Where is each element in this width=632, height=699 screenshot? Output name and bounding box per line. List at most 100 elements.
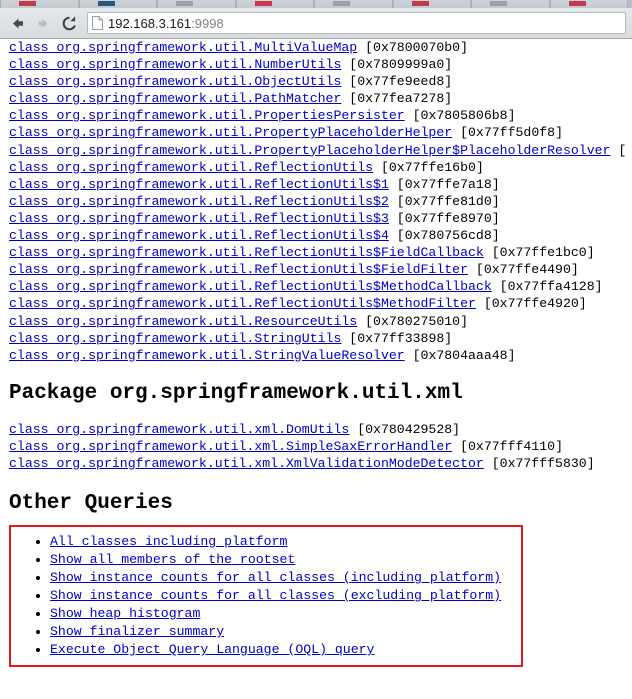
query-link[interactable]: Show finalizer summary xyxy=(50,624,224,639)
class-entry-row: class org.springframework.util.Reflectio… xyxy=(0,227,632,244)
xml-class-list: class org.springframework.util.xml.DomUt… xyxy=(0,421,632,472)
class-entry-row: class org.springframework.util.MultiValu… xyxy=(0,39,632,56)
xml-class-entry-address: [0x780429528] xyxy=(349,422,460,437)
xml-class-entry-link[interactable]: class org.springframework.util.xml.Simpl… xyxy=(9,439,452,454)
class-entry-row: class org.springframework.util.Reflectio… xyxy=(0,210,632,227)
browser-tab[interactable] xyxy=(550,0,629,8)
query-link[interactable]: Show instance counts for all classes (in… xyxy=(50,570,501,585)
class-entry-address: [0x7805806b8] xyxy=(405,108,516,123)
class-entry-row: class org.springframework.util.Reflectio… xyxy=(0,278,632,295)
class-entry-link[interactable]: class org.springframework.util.Reflectio… xyxy=(9,296,476,311)
class-entry-row: class org.springframework.util.Reflectio… xyxy=(0,244,632,261)
browser-tab[interactable] xyxy=(471,0,550,8)
class-entry-row: class org.springframework.util.Reflectio… xyxy=(0,176,632,193)
url-text: 192.168.3.161:9998 xyxy=(108,16,224,31)
class-entry-address: [0x77ffe8970] xyxy=(389,211,500,226)
browser-tab[interactable] xyxy=(0,0,79,8)
class-entry-address: [0x7809999a0] xyxy=(341,57,452,72)
reload-icon xyxy=(61,15,78,32)
class-entry-address: [0x77fea7278] xyxy=(341,91,452,106)
browser-tab[interactable] xyxy=(157,0,236,8)
class-entry-link[interactable]: class org.springframework.util.Reflectio… xyxy=(9,194,389,209)
class-entry-link[interactable]: class org.springframework.util.StringUti… xyxy=(9,331,341,346)
class-entry-row: class org.springframework.util.Reflectio… xyxy=(0,261,632,278)
back-button[interactable] xyxy=(4,11,30,35)
class-entry-link[interactable]: class org.springframework.util.Reflectio… xyxy=(9,279,492,294)
forward-arrow-icon xyxy=(36,16,51,31)
class-entry-row: class org.springframework.util.Propertie… xyxy=(0,107,632,124)
xml-class-entry-row: class org.springframework.util.xml.DomUt… xyxy=(0,421,632,438)
class-entry-link[interactable]: class org.springframework.util.Reflectio… xyxy=(9,177,389,192)
class-entry-row: class org.springframework.util.StringVal… xyxy=(0,347,632,364)
class-entry-row: class org.springframework.util.NumberUti… xyxy=(0,56,632,73)
query-link[interactable]: Show instance counts for all classes (ex… xyxy=(50,588,501,603)
query-link[interactable]: Show heap histogram xyxy=(50,606,200,621)
browser-tab[interactable] xyxy=(236,0,315,8)
xml-class-entry-row: class org.springframework.util.xml.XmlVa… xyxy=(0,455,632,472)
tab-favicon xyxy=(569,1,586,6)
class-entry-row: class org.springframework.util.PropertyP… xyxy=(0,124,632,141)
class-entry-link[interactable]: class org.springframework.util.ResourceU… xyxy=(9,314,357,329)
query-list-item: Show finalizer summary xyxy=(50,623,521,641)
xml-class-entry-link[interactable]: class org.springframework.util.xml.DomUt… xyxy=(9,422,349,437)
reload-button[interactable] xyxy=(56,11,82,35)
query-link[interactable]: All classes including platform xyxy=(50,534,287,549)
class-entry-address: [0x7804aaa48] xyxy=(405,348,516,363)
class-entry-link[interactable]: class org.springframework.util.Propertie… xyxy=(9,108,405,123)
page-content: class org.springframework.util.MultiValu… xyxy=(0,39,632,699)
class-entry-link[interactable]: class org.springframework.util.Reflectio… xyxy=(9,245,484,260)
class-entry-link[interactable]: class org.springframework.util.Reflectio… xyxy=(9,262,468,277)
class-entry-address: [0x77ff5d0f8] xyxy=(452,125,563,140)
class-entry-link[interactable]: class org.springframework.util.PropertyP… xyxy=(9,143,610,158)
package-heading: Package org.springframework.util.xml xyxy=(9,382,632,405)
class-entry-link[interactable]: class org.springframework.util.Reflectio… xyxy=(9,160,373,175)
xml-class-entry-address: [0x77fff5830] xyxy=(484,456,595,471)
class-entry-row: class org.springframework.util.Reflectio… xyxy=(0,295,632,312)
query-link[interactable]: Show all members of the rootset xyxy=(50,552,295,567)
url-host: 192.168.3.161 xyxy=(108,16,191,31)
browser-tab[interactable] xyxy=(314,0,393,8)
xml-class-entry-row: class org.springframework.util.xml.Simpl… xyxy=(0,438,632,455)
forward-button[interactable] xyxy=(30,11,56,35)
tab-favicon xyxy=(176,1,193,6)
class-entry-link[interactable]: class org.springframework.util.NumberUti… xyxy=(9,57,341,72)
address-bar[interactable]: 192.168.3.161:9998 xyxy=(87,12,626,34)
class-entry-row: class org.springframework.util.ObjectUti… xyxy=(0,73,632,90)
tab-favicon xyxy=(19,1,36,6)
class-entry-address: [ xyxy=(610,143,626,158)
class-entry-address: [0x780756cd8] xyxy=(389,228,500,243)
query-list-item: Show all members of the rootset xyxy=(50,551,521,569)
class-entry-address: [0x77ffa4128] xyxy=(492,279,603,294)
class-entry-address: [0x77ffe4920] xyxy=(476,296,587,311)
class-entry-address: [0x77ff33898] xyxy=(341,331,452,346)
class-entry-address: [0x77ffe16b0] xyxy=(373,160,484,175)
class-entry-row: class org.springframework.util.Reflectio… xyxy=(0,193,632,210)
query-link[interactable]: Execute Object Query Language (OQL) quer… xyxy=(50,642,374,657)
class-entry-row: class org.springframework.util.ResourceU… xyxy=(0,313,632,330)
other-queries-heading: Other Queries xyxy=(9,492,632,515)
class-entry-link[interactable]: class org.springframework.util.ObjectUti… xyxy=(9,74,341,89)
tab-favicon xyxy=(333,1,350,6)
class-entry-link[interactable]: class org.springframework.util.PathMatch… xyxy=(9,91,341,106)
other-queries-list: All classes including platform Show all m… xyxy=(11,533,521,659)
util-class-list: class org.springframework.util.MultiValu… xyxy=(0,39,632,364)
class-entry-link[interactable]: class org.springframework.util.StringVal… xyxy=(9,348,405,363)
browser-tab[interactable] xyxy=(393,0,472,8)
other-queries-box: All classes including platform Show all m… xyxy=(9,525,523,667)
query-list-item: Execute Object Query Language (OQL) quer… xyxy=(50,641,521,659)
class-entry-link[interactable]: class org.springframework.util.PropertyP… xyxy=(9,125,452,140)
class-entry-row: class org.springframework.util.StringUti… xyxy=(0,330,632,347)
tab-favicon xyxy=(412,1,429,6)
class-entry-link[interactable]: class org.springframework.util.Reflectio… xyxy=(9,228,389,243)
tab-favicon xyxy=(490,1,507,6)
class-entry-link[interactable]: class org.springframework.util.Reflectio… xyxy=(9,211,389,226)
class-entry-row: class org.springframework.util.PathMatch… xyxy=(0,90,632,107)
xml-class-entry-link[interactable]: class org.springframework.util.xml.XmlVa… xyxy=(9,456,484,471)
class-entry-address: [0x77ffe1bc0] xyxy=(484,245,595,260)
tab-favicon xyxy=(98,1,115,6)
back-arrow-icon xyxy=(9,15,26,32)
class-entry-address: [0x780275010] xyxy=(357,314,468,329)
class-entry-link[interactable]: class org.springframework.util.MultiValu… xyxy=(9,40,357,55)
browser-tab[interactable] xyxy=(79,0,158,8)
browser-chrome: 192.168.3.161:9998 xyxy=(0,0,632,39)
